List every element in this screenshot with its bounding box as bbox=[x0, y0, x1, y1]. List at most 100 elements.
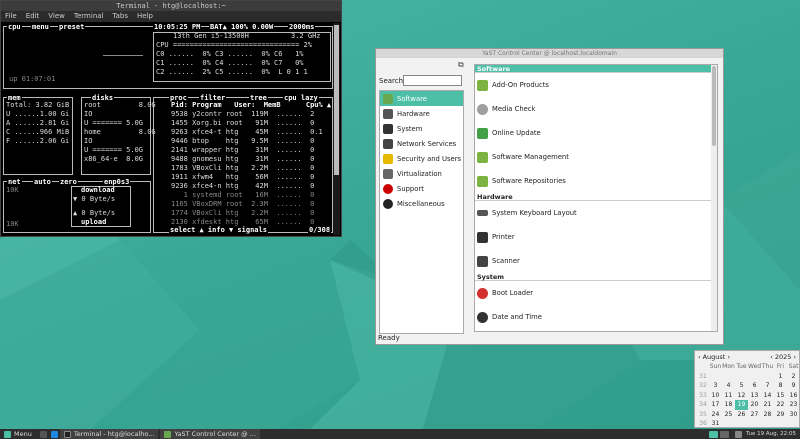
calendar-day[interactable]: 18 bbox=[722, 400, 735, 410]
calendar-day[interactable]: 20 bbox=[748, 400, 761, 410]
yast-titlebar[interactable]: YaST Control Center @ localhost.localdom… bbox=[376, 49, 723, 58]
network-icon[interactable] bbox=[735, 430, 743, 438]
calendar-day[interactable]: 21 bbox=[761, 400, 774, 410]
calendar-day[interactable]: 23 bbox=[787, 400, 800, 410]
terminal-window[interactable]: Terminal - htg@localhost:~ File Edit Vie… bbox=[0, 0, 342, 237]
taskbar-terminal[interactable]: Terminal - htg@localho... bbox=[59, 429, 159, 439]
module-printer[interactable]: Printer bbox=[475, 225, 717, 249]
module-add-on-products[interactable]: Add-On Products bbox=[475, 73, 717, 97]
category-virtualization[interactable]: Virtualization bbox=[380, 166, 463, 181]
proc-row[interactable]: 1911 xfwm4 htg 56M ...... 0 bbox=[171, 173, 314, 182]
workspace-1-icon[interactable] bbox=[709, 430, 719, 438]
menu-help[interactable]: Help bbox=[137, 11, 153, 22]
calendar-day[interactable]: 11 bbox=[722, 391, 735, 401]
weekday-header: Wed bbox=[748, 363, 762, 370]
calendar-day[interactable]: 3 bbox=[709, 381, 722, 391]
proc-row[interactable]: 1455 Xorg.bi root 91M ...... 0 bbox=[171, 119, 314, 128]
calendar-day[interactable]: 2 bbox=[787, 372, 800, 382]
proc-row[interactable]: 1783 VBoxCli htg 2.2M ...... 0 bbox=[171, 164, 314, 173]
category-software[interactable]: Software bbox=[380, 91, 463, 106]
menu-edit[interactable]: Edit bbox=[26, 11, 40, 22]
btop-screen[interactable]: cpu menu preset 10:05:25 PM BAT▲ 100% 0.… bbox=[3, 23, 333, 235]
menu-view[interactable]: View bbox=[48, 11, 65, 22]
proc-row[interactable]: 1 systemd root 16M ...... 0 bbox=[171, 191, 315, 200]
scrollbar-thumb[interactable] bbox=[334, 25, 339, 175]
calendar-day[interactable]: 24 bbox=[709, 410, 722, 420]
category-security[interactable]: Security and Users bbox=[380, 151, 463, 166]
calendar-day[interactable]: 22 bbox=[774, 400, 787, 410]
proc-footer[interactable]: select ▲ info ▼ signals bbox=[169, 226, 268, 235]
proc-row[interactable]: 9488 gnomesu htg 31M ...... 0 bbox=[171, 155, 314, 164]
calendar-day[interactable]: 7 bbox=[761, 381, 774, 391]
calendar-day[interactable]: 31 bbox=[709, 419, 722, 429]
calendar-day[interactable]: 26 bbox=[735, 410, 748, 420]
terminal-launcher-icon[interactable] bbox=[50, 430, 58, 438]
module-media-check[interactable]: Media Check bbox=[475, 97, 717, 121]
module-keyboard-layout[interactable]: System Keyboard Layout bbox=[475, 201, 717, 225]
prev-month-icon[interactable]: ‹ bbox=[698, 353, 701, 361]
net-auto-button[interactable]: auto bbox=[33, 178, 52, 187]
terminal-scrollbar[interactable] bbox=[333, 23, 340, 235]
category-support[interactable]: Support bbox=[380, 181, 463, 196]
calendar-day[interactable]: 25 bbox=[722, 410, 735, 420]
module-online-update[interactable]: Online Update bbox=[475, 121, 717, 145]
calendar-day[interactable]: 5 bbox=[735, 381, 748, 391]
category-miscellaneous[interactable]: Miscellaneous bbox=[380, 196, 463, 211]
proc-row[interactable]: 1774 VBoxCli htg 2.2M ...... 0 bbox=[171, 209, 314, 218]
module-boot-loader[interactable]: Boot Loader bbox=[475, 281, 717, 305]
refresh-rate[interactable]: 2000ms bbox=[288, 23, 316, 32]
prev-year-icon[interactable]: ‹ bbox=[770, 353, 773, 361]
clock[interactable]: Tue 19 Aug, 22:05 bbox=[742, 431, 800, 437]
menu-file[interactable]: File bbox=[5, 11, 17, 22]
calendar-day[interactable]: 6 bbox=[748, 381, 761, 391]
calendar-day[interactable]: 12 bbox=[735, 391, 748, 401]
proc-row[interactable]: 2141 wrapper htg 31M ...... 0 bbox=[171, 146, 314, 155]
proc-row[interactable]: 9236 xfce4-n htg 42M ...... 0 bbox=[171, 182, 314, 191]
module-date-time[interactable]: Date and Time bbox=[475, 305, 717, 329]
terminal-titlebar[interactable]: Terminal - htg@localhost:~ bbox=[1, 1, 341, 11]
yast-window[interactable]: YaST Control Center @ localhost.localdom… bbox=[375, 48, 724, 345]
next-month-icon[interactable]: › bbox=[727, 353, 730, 361]
calendar-day[interactable]: 17 bbox=[709, 400, 722, 410]
pin-icon[interactable]: ⧉ bbox=[458, 60, 464, 70]
module-software-repositories[interactable]: Software Repositories bbox=[475, 169, 717, 193]
search-input[interactable] bbox=[403, 75, 462, 86]
calendar-day-today[interactable]: 19 bbox=[735, 400, 748, 410]
cpu-preset-button[interactable]: preset bbox=[58, 23, 86, 32]
menu-button[interactable]: Menu bbox=[0, 429, 36, 439]
category-system[interactable]: System bbox=[380, 121, 463, 136]
proc-row[interactable]: 9538 y2contr root 119M ...... 2 bbox=[171, 110, 314, 119]
show-desktop-icon[interactable] bbox=[39, 430, 47, 438]
menu-tabs[interactable]: Tabs bbox=[113, 11, 129, 22]
calendar-day[interactable]: 30 bbox=[787, 410, 800, 420]
calendar-day[interactable]: 28 bbox=[761, 410, 774, 420]
module-software-management[interactable]: Software Management bbox=[475, 145, 717, 169]
category-hardware[interactable]: Hardware bbox=[380, 106, 463, 121]
calendar-day[interactable]: 1 bbox=[774, 372, 787, 382]
calendar-day[interactable]: 27 bbox=[748, 410, 761, 420]
proc-row[interactable]: 9446 btop htg 9.5M ...... 0 bbox=[171, 137, 314, 146]
calendar-day[interactable]: 8 bbox=[774, 381, 787, 391]
category-network-services[interactable]: Network Services bbox=[380, 136, 463, 151]
calendar-day[interactable]: 9 bbox=[787, 381, 800, 391]
calendar-day[interactable]: 10 bbox=[709, 391, 722, 401]
calendar-day[interactable]: 14 bbox=[761, 391, 774, 401]
week-number: 32 bbox=[699, 382, 707, 389]
taskbar-yast[interactable]: YaST Control Center @ ... bbox=[160, 429, 260, 439]
next-year-icon[interactable]: › bbox=[793, 353, 796, 361]
calendar-day[interactable]: 4 bbox=[722, 381, 735, 391]
module-pane-scrollbar[interactable] bbox=[711, 65, 717, 331]
calendar-day[interactable]: 15 bbox=[774, 391, 787, 401]
calendar-popup[interactable]: ‹ August › ‹ 2025 › Sun Mon Tue Wed Thu … bbox=[694, 350, 800, 428]
calendar-day[interactable]: 29 bbox=[774, 410, 787, 420]
menu-terminal[interactable]: Terminal bbox=[74, 11, 104, 22]
proc-row[interactable]: 9263 xfce4-t htg 45M ...... 0.1 bbox=[171, 128, 323, 137]
calendar-day[interactable]: 13 bbox=[748, 391, 761, 401]
cpu-menu-button[interactable]: menu bbox=[31, 23, 50, 32]
workspace-2-icon[interactable] bbox=[720, 430, 730, 438]
terminal-menubar: File Edit View Terminal Tabs Help bbox=[1, 11, 341, 22]
proc-row[interactable]: 1165 VBoxDRM root 2.3M ...... 0 bbox=[171, 200, 314, 209]
module-scanner[interactable]: Scanner bbox=[475, 249, 717, 273]
scrollbar-thumb[interactable] bbox=[712, 66, 716, 146]
calendar-day[interactable]: 16 bbox=[787, 391, 800, 401]
